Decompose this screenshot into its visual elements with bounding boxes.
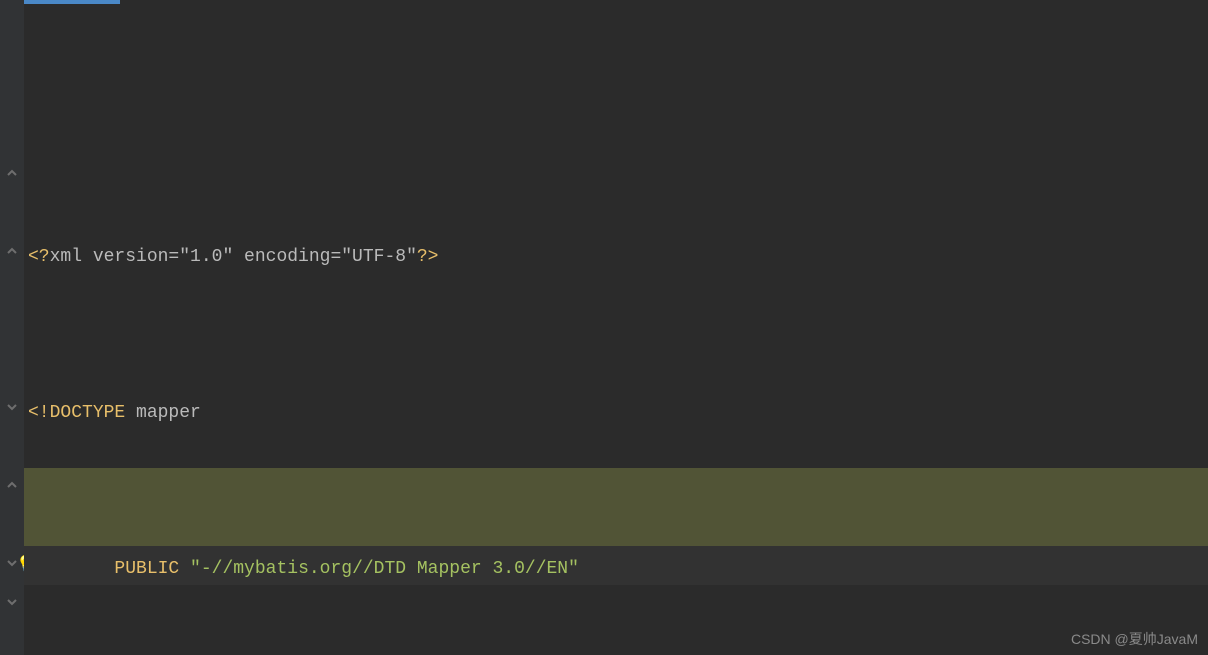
code-area[interactable]: <?xml version="1.0" encoding="UTF-8"?> <… — [24, 0, 1208, 655]
fold-icon[interactable] — [4, 556, 20, 572]
code-line: <!DOCTYPE mapper — [28, 394, 1208, 433]
code-line: PUBLIC "-//mybatis.org//DTD Mapper 3.0//… — [28, 550, 1208, 589]
code-editor[interactable]: 💡 <?xml version="1.0" encoding="UTF-8"?>… — [0, 0, 1208, 655]
fold-icon[interactable] — [4, 166, 20, 182]
fold-icon[interactable] — [4, 478, 20, 494]
code-line: <?xml version="1.0" encoding="UTF-8"?> — [28, 238, 1208, 277]
gutter: 💡 — [0, 0, 24, 655]
fold-icon[interactable] — [4, 595, 20, 611]
fold-icon[interactable] — [4, 400, 20, 416]
watermark: CSDN @夏帅JavaM — [1071, 629, 1198, 649]
fold-icon[interactable] — [4, 244, 20, 260]
